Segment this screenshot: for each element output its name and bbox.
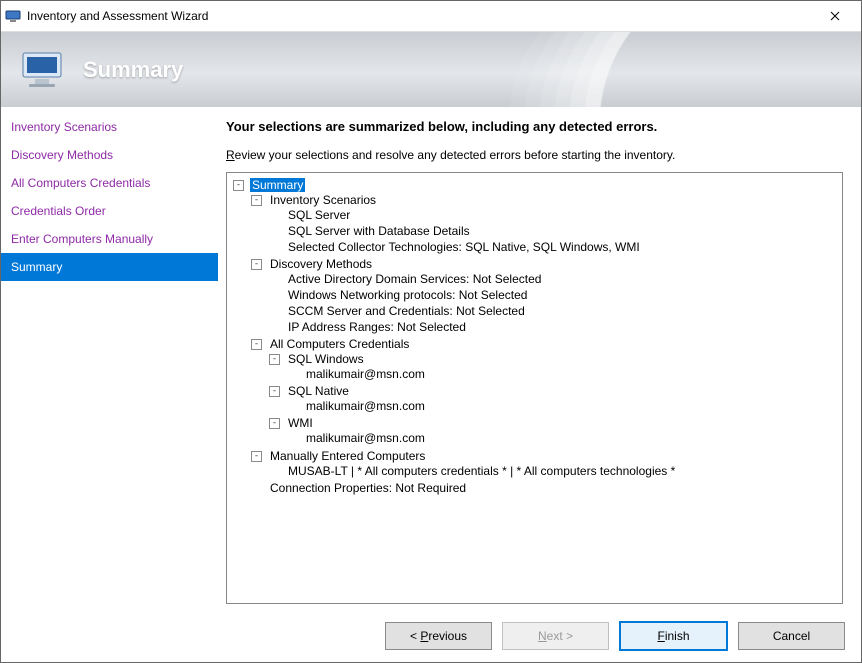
summary-tree[interactable]: -Summary-Inventory ScenariosSQL ServerSQ…	[226, 172, 843, 604]
nav-item: Summary	[1, 253, 218, 281]
tree-label[interactable]: SQL Windows	[286, 352, 366, 366]
tree-spacer	[269, 274, 280, 285]
tree-node[interactable]: -Discovery MethodsActive Directory Domai…	[251, 256, 838, 336]
content-pane: Your selections are summarized below, in…	[218, 107, 861, 610]
wizard-window: Inventory and Assessment Wizard Summary …	[0, 0, 862, 663]
tree-label[interactable]: Manually Entered Computers	[268, 449, 427, 463]
tree-label[interactable]: malikumair@msn.com	[304, 367, 427, 381]
tree-node[interactable]: Windows Networking protocols: Not Select…	[269, 287, 838, 303]
nav-item[interactable]: Inventory Scenarios	[1, 113, 218, 141]
content-heading: Your selections are summarized below, in…	[226, 119, 843, 134]
tree-node[interactable]: -SQL Nativemalikumair@msn.com	[269, 383, 838, 415]
tree-label[interactable]: malikumair@msn.com	[304, 431, 427, 445]
tree-label[interactable]: MUSAB-LT | * All computers credentials *…	[286, 464, 677, 478]
tree-spacer	[269, 306, 280, 317]
tree-label[interactable]: SQL Server with Database Details	[286, 224, 472, 238]
previous-button[interactable]: < Previous	[385, 622, 492, 650]
tree-node[interactable]: -WMImalikumair@msn.com	[269, 415, 838, 447]
tree-node[interactable]: SQL Server	[269, 207, 838, 223]
tree-label[interactable]: SQL Server	[286, 208, 352, 222]
titlebar: Inventory and Assessment Wizard	[1, 1, 861, 32]
tree-node[interactable]: malikumair@msn.com	[287, 398, 838, 414]
close-button[interactable]	[812, 2, 857, 31]
collapse-icon[interactable]: -	[269, 386, 280, 397]
tree-node[interactable]: MUSAB-LT | * All computers credentials *…	[269, 463, 838, 479]
nav-item[interactable]: Credentials Order	[1, 197, 218, 225]
tree-node[interactable]: -Manually Entered ComputersMUSAB-LT | * …	[251, 448, 838, 480]
page-title: Summary	[83, 57, 183, 83]
tree-node[interactable]: malikumair@msn.com	[287, 366, 838, 382]
tree-node[interactable]: malikumair@msn.com	[287, 430, 838, 446]
tree-node[interactable]: Active Directory Domain Services: Not Se…	[269, 271, 838, 287]
tree-node[interactable]: -All Computers Credentials-SQL Windowsma…	[251, 336, 838, 448]
tree-node[interactable]: -SQL Windowsmalikumair@msn.com	[269, 351, 838, 383]
tree-label[interactable]: IP Address Ranges: Not Selected	[286, 320, 468, 334]
content-instruction: Review your selections and resolve any d…	[226, 148, 843, 162]
collapse-icon[interactable]: -	[269, 354, 280, 365]
tree-node[interactable]: IP Address Ranges: Not Selected	[269, 319, 838, 335]
collapse-icon[interactable]: -	[251, 195, 262, 206]
monitor-icon	[19, 49, 69, 91]
collapse-icon[interactable]: -	[251, 451, 262, 462]
tree-spacer	[269, 322, 280, 333]
finish-button[interactable]: Finish	[619, 621, 728, 651]
button-bar: < Previous Next > Finish Cancel	[1, 610, 861, 662]
nav-item[interactable]: Enter Computers Manually	[1, 225, 218, 253]
window-title: Inventory and Assessment Wizard	[27, 9, 812, 23]
nav-item[interactable]: All Computers Credentials	[1, 169, 218, 197]
cancel-button[interactable]: Cancel	[738, 622, 845, 650]
tree-node[interactable]: SCCM Server and Credentials: Not Selecte…	[269, 303, 838, 319]
tree-node[interactable]: -Inventory ScenariosSQL Server SQL Server…	[251, 192, 838, 256]
collapse-icon[interactable]: -	[269, 418, 280, 429]
app-icon	[5, 8, 21, 24]
tree-label[interactable]: Summary	[250, 178, 305, 192]
main-area: Inventory ScenariosDiscovery MethodsAll …	[1, 107, 861, 610]
tree-label[interactable]: All Computers Credentials	[268, 337, 411, 351]
tree-spacer	[287, 433, 298, 444]
tree-node[interactable]: -Summary-Inventory ScenariosSQL ServerSQ…	[233, 177, 838, 497]
header-banner: Summary	[1, 32, 861, 107]
tree-spacer	[287, 401, 298, 412]
tree-label[interactable]: Discovery Methods	[268, 257, 374, 271]
tree-label[interactable]: Windows Networking protocols: Not Select…	[286, 288, 529, 302]
tree-node[interactable]: Selected Collector Technologies: SQL Nat…	[269, 239, 838, 255]
tree-label[interactable]: Selected Collector Technologies: SQL Nat…	[286, 240, 642, 254]
tree-spacer	[287, 369, 298, 380]
nav-item[interactable]: Discovery Methods	[1, 141, 218, 169]
collapse-icon[interactable]: -	[251, 339, 262, 350]
next-button: Next >	[502, 622, 609, 650]
tree-label[interactable]: malikumair@msn.com	[304, 399, 427, 413]
tree-label[interactable]: SCCM Server and Credentials: Not Selecte…	[286, 304, 527, 318]
collapse-icon[interactable]: -	[233, 180, 244, 191]
tree-spacer	[269, 242, 280, 253]
tree-label[interactable]: Active Directory Domain Services: Not Se…	[286, 272, 543, 286]
tree-node[interactable]: Connection Properties: Not Required	[251, 480, 838, 496]
nav-sidebar: Inventory ScenariosDiscovery MethodsAll …	[1, 107, 218, 610]
tree-spacer	[269, 210, 280, 221]
tree-label[interactable]: WMI	[286, 416, 315, 430]
tree-spacer	[269, 226, 280, 237]
tree-spacer	[269, 290, 280, 301]
tree-label[interactable]: Connection Properties: Not Required	[268, 481, 468, 495]
tree-spacer	[269, 466, 280, 477]
collapse-icon[interactable]: -	[251, 259, 262, 270]
tree-spacer	[251, 483, 262, 494]
tree-node[interactable]: SQL Server with Database Details	[269, 223, 838, 239]
tree-label[interactable]: SQL Native	[286, 384, 351, 398]
tree-label[interactable]: Inventory Scenarios	[268, 193, 378, 207]
